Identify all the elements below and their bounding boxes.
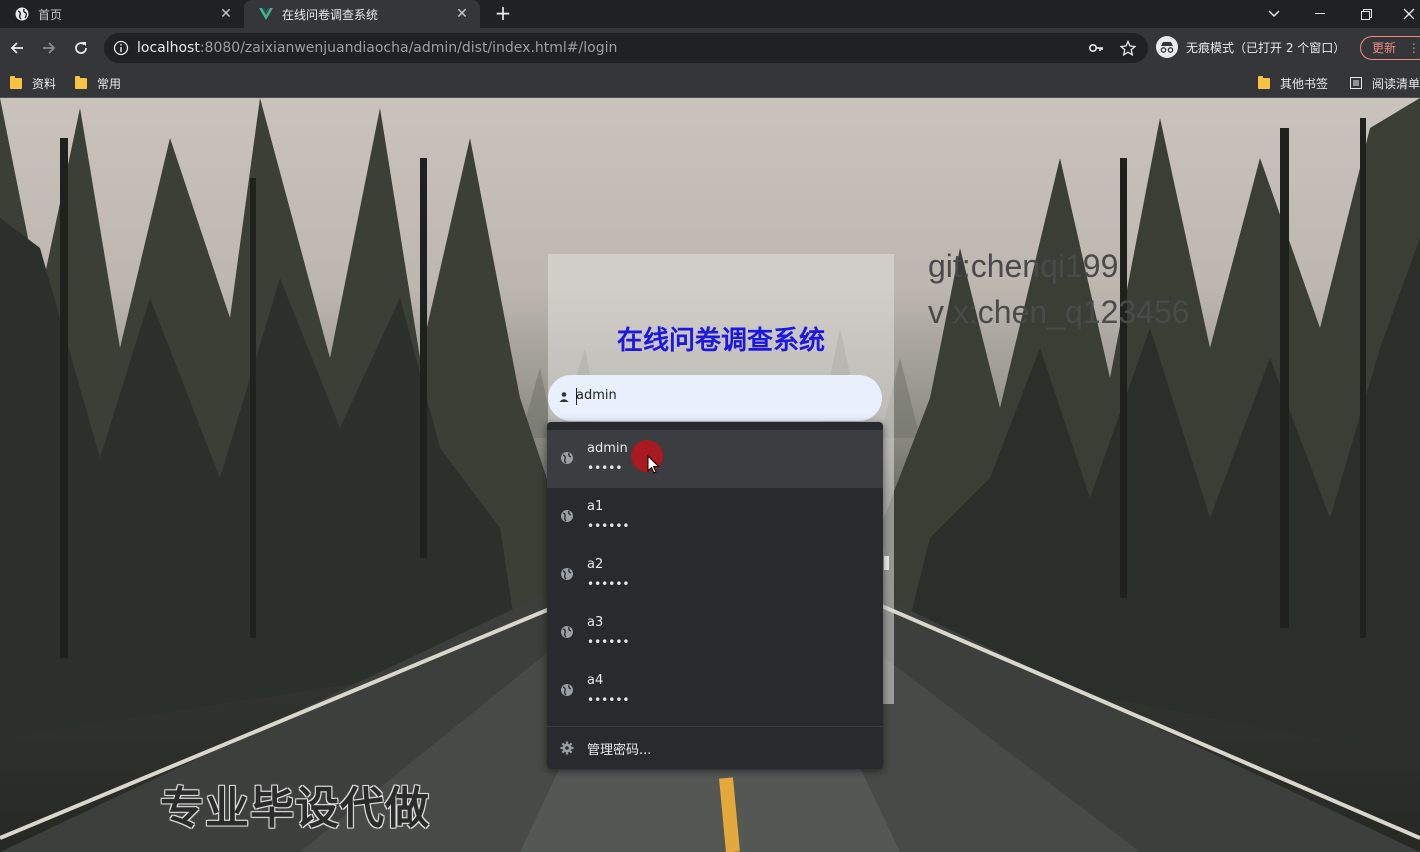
autofill-password: •••••• (587, 577, 630, 591)
restore-icon[interactable] (1352, 0, 1380, 28)
autofill-password: ••••• (587, 461, 623, 475)
promo-text: 专业毕设代做 (160, 783, 430, 834)
globe-icon (14, 6, 30, 22)
globe-icon (560, 509, 574, 523)
username-value: admin (576, 388, 617, 403)
tab-search-icon[interactable] (1260, 0, 1288, 28)
incognito-icon (1156, 36, 1178, 58)
watermark-git: git:chenqi199 (928, 248, 1119, 284)
autofill-username: a1 (587, 499, 604, 514)
tab-survey-system[interactable]: 在线问卷调查系统 ✕ (244, 0, 480, 28)
incognito-indicator[interactable]: 无痕模式（已打开 2 个窗口） (1156, 36, 1345, 58)
forward-icon[interactable] (37, 36, 61, 60)
close-tab-icon[interactable]: ✕ (454, 6, 470, 22)
autofill-password: •••••• (587, 693, 630, 707)
watermark-wechat: v x:chen_q123456 (928, 294, 1190, 330)
minimize-icon[interactable] (1306, 0, 1334, 28)
address-bar[interactable]: localhost:8080/zaixianwenjuandiaocha/adm… (104, 33, 1148, 63)
globe-icon (560, 625, 574, 639)
url-host: localhost (137, 40, 200, 56)
user-icon (558, 391, 570, 403)
scrollbar-thumb[interactable] (884, 556, 889, 570)
tab-title: 首页 (38, 7, 63, 22)
bookmarks-bar: 资料 常用 其他书签 阅读清单 (0, 68, 1420, 98)
manage-passwords-label: 管理密码... (587, 743, 652, 758)
bookmark-folder-other[interactable]: 其他书签 (1258, 74, 1328, 92)
reading-list-button[interactable]: 阅读清单 (1350, 74, 1420, 92)
bookmark-star-icon[interactable] (1119, 39, 1137, 57)
close-window-icon[interactable] (1398, 0, 1420, 28)
autofill-username: admin (587, 441, 628, 456)
bookmark-folder-ziliao[interactable]: 资料 (10, 74, 56, 92)
reading-list-icon (1350, 77, 1362, 89)
bookmark-label: 阅读清单 (1372, 76, 1420, 91)
autofill-option-a1[interactable]: a1 •••••• (547, 488, 883, 546)
autofill-option-a4[interactable]: a4 •••••• (547, 662, 883, 720)
site-info-icon[interactable] (113, 40, 129, 56)
folder-icon (75, 75, 87, 89)
browser-toolbar: localhost:8080/zaixianwenjuandiaocha/adm… (0, 28, 1420, 68)
key-icon[interactable] (1088, 40, 1104, 56)
vue-logo-icon (258, 6, 274, 22)
bookmark-label: 常用 (97, 76, 122, 91)
tab-title: 在线问卷调查系统 (282, 7, 379, 22)
close-tab-icon[interactable]: ✕ (218, 6, 234, 22)
autofill-password: •••••• (587, 635, 630, 649)
globe-icon (560, 567, 574, 581)
url-text: localhost:8080/zaixianwenjuandiaocha/adm… (137, 40, 617, 56)
username-input[interactable]: admin (548, 375, 882, 421)
update-label: 更新 (1372, 41, 1397, 55)
autofill-option-a2[interactable]: a2 •••••• (547, 546, 883, 604)
bookmark-label: 资料 (32, 76, 57, 91)
autofill-username: a3 (587, 615, 604, 630)
manage-passwords-option[interactable]: 管理密码... (547, 727, 883, 769)
bookmark-folder-changyong[interactable]: 常用 (75, 74, 121, 92)
autofill-option-a3[interactable]: a3 •••••• (547, 604, 883, 662)
folder-icon (10, 75, 22, 89)
update-button[interactable]: 更新 ⋮ (1360, 36, 1420, 60)
menu-dots-icon[interactable]: ⋮ (1408, 41, 1420, 55)
reload-icon[interactable] (69, 36, 93, 60)
text-caret (576, 388, 577, 405)
new-tab-button[interactable]: + (490, 2, 516, 26)
url-path: :8080/zaixianwenjuandiaocha/admin/dist/i… (199, 40, 618, 56)
back-icon[interactable] (5, 36, 29, 60)
tab-home[interactable]: 首页 ✕ (0, 0, 244, 28)
autofill-username: a2 (587, 557, 604, 572)
folder-icon (1258, 75, 1270, 89)
gear-icon (560, 741, 574, 755)
incognito-label: 无痕模式（已打开 2 个窗口） (1186, 40, 1346, 55)
globe-icon (560, 683, 574, 697)
autofill-option-admin[interactable]: admin ••••• (547, 430, 883, 488)
bookmark-label: 其他书签 (1280, 76, 1329, 91)
autofill-password: •••••• (587, 519, 630, 533)
mouse-pointer-icon (647, 455, 660, 474)
login-title: 在线问卷调查系统 (616, 326, 825, 356)
globe-icon (560, 451, 574, 465)
password-autofill-dropdown: admin ••••• a1 •••••• a2 •••••• a3 •••••… (547, 422, 883, 769)
tab-strip: 首页 ✕ 在线问卷调查系统 ✕ + (0, 0, 1420, 28)
autofill-username: a4 (587, 673, 604, 688)
